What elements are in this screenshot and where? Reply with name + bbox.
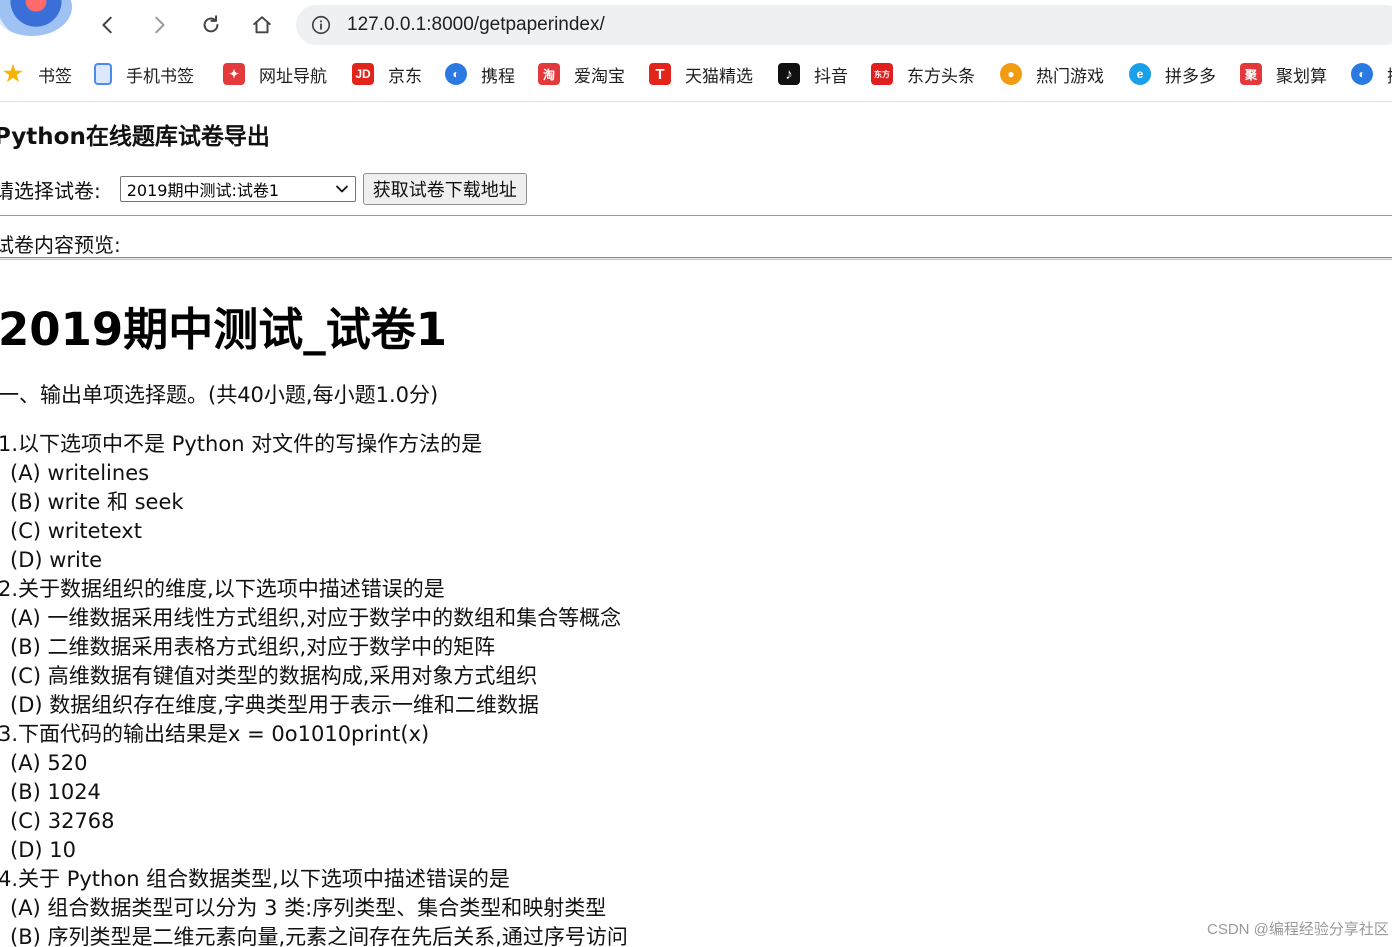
option-1a: (A) writelines — [10, 461, 150, 485]
paper-select-row: 请选择试卷: 2019期中测试:试卷1 获取试卷下载地址 — [0, 173, 527, 205]
question-2: 2.关于数据组织的维度,以下选项中描述错误的是 — [0, 577, 445, 601]
bookmark-item-dftt[interactable]: 东方 东方头条 — [871, 56, 975, 92]
forward-button[interactable] — [142, 8, 176, 42]
url-text: 127.0.0.1:8000/getpaperindex/ — [347, 14, 605, 35]
preview-label: 试卷内容预览: — [0, 233, 121, 257]
chevron-down-icon — [335, 185, 348, 193]
question-list: 1.以下选项中不是 Python 对文件的写操作方法的是 (A) writeli… — [0, 430, 1390, 947]
bookmark-label: 东方头条 — [907, 66, 975, 87]
address-bar[interactable]: 127.0.0.1:8000/getpaperindex/ — [296, 5, 1392, 45]
tmall-icon: T — [649, 63, 671, 85]
bookmark-item-douyin[interactable]: ♪ 抖音 — [778, 56, 848, 92]
bookmark-label: 拼多多 — [1165, 66, 1216, 87]
reload-button[interactable] — [194, 8, 228, 42]
bookmark-label: 爱淘宝 — [574, 66, 625, 87]
bookmark-label: 手机书签 — [126, 66, 194, 87]
bookmark-label: 携 — [1387, 62, 1392, 87]
paper-select-value: 2019期中测试:试卷1 — [126, 181, 280, 200]
back-button[interactable] — [91, 8, 125, 42]
paper-title: 2019期中测试_试卷1 — [0, 303, 448, 356]
home-button[interactable] — [245, 8, 279, 42]
section-title: 一、输出单项选择题。(共40小题,每小题1.0分) — [0, 383, 439, 407]
taobao-icon: 淘 — [538, 63, 560, 85]
bookmark-item-nav[interactable]: ✦ 网址导航 — [223, 56, 327, 92]
option-1b: (B) write 和 seek — [10, 490, 184, 514]
game-icon: ● — [1000, 63, 1022, 85]
option-2c: (C) 高维数据有键值对类型的数据构成,采用对象方式组织 — [10, 664, 538, 688]
page-content: Python在线题库试卷导出 请选择试卷: 2019期中测试:试卷1 获取试卷下… — [0, 103, 1392, 947]
bookmark-item-games[interactable]: ● 热门游戏 — [1000, 56, 1104, 92]
bookmark-item-tmall[interactable]: T 天猫精选 — [649, 56, 753, 92]
bookmark-item-pdd[interactable]: e 拼多多 — [1129, 56, 1216, 92]
ctrip-icon: ◐ — [445, 63, 467, 85]
select-label: 请选择试卷: — [0, 178, 101, 203]
bookmark-item-taobao[interactable]: 淘 爱淘宝 — [538, 56, 625, 92]
option-2d: (D) 数据组织存在维度,字典类型用于表示一维和二维数据 — [10, 693, 539, 717]
chevron-left-icon — [102, 16, 112, 34]
bookmark-item-mobile[interactable]: 手机书签 — [94, 56, 194, 92]
pdd-icon: e — [1129, 63, 1151, 85]
ctrip2-icon: ◐ — [1351, 63, 1373, 85]
question-1: 1.以下选项中不是 Python 对文件的写操作方法的是 — [0, 432, 483, 456]
paper-select[interactable]: 2019期中测试:试卷1 — [119, 176, 356, 202]
bookmark-label: 天猫精选 — [685, 66, 753, 87]
option-3c: (C) 32768 — [10, 809, 115, 833]
option-2a: (A) 一维数据采用线性方式组织,对应于数学中的数组和集合等概念 — [10, 606, 622, 630]
option-3b: (B) 1024 — [10, 780, 101, 804]
home-icon — [253, 16, 271, 34]
bookmarks-bar: ★ 书签 手机书签 ✦ 网址导航 JD 京东 ◐ 携程 淘 爱淘宝 T 天猫精选… — [0, 56, 1392, 92]
bookmark-label: 抖音 — [814, 66, 848, 87]
divider-thick — [0, 257, 1392, 260]
bookmark-item-jhs[interactable]: 聚 聚划算 — [1240, 56, 1327, 92]
site-title: Python在线题库试卷导出 — [0, 124, 270, 150]
option-3d: (D) 10 — [10, 838, 76, 862]
chevron-right-icon — [155, 16, 165, 34]
reload-icon — [203, 15, 219, 33]
bookmark-label: 网址导航 — [259, 66, 327, 87]
jd-icon: JD — [352, 63, 374, 85]
bookmark-item-ctrip[interactable]: ◐ 携程 — [445, 56, 515, 92]
bookmark-item-jd[interactable]: JD 京东 — [352, 56, 422, 92]
bookmark-item-bookmarks[interactable]: ★ 书签 — [2, 56, 72, 92]
dftt-icon: 东方 — [871, 63, 893, 85]
douyin-icon: ♪ — [778, 63, 800, 85]
bookmark-item-ctrip-2[interactable]: ◐ 携 — [1351, 56, 1392, 92]
bookmark-label: 携程 — [481, 66, 515, 87]
option-2b: (B) 二维数据采用表格方式组织,对应于数学中的矩阵 — [10, 635, 496, 659]
bookmark-label: 京东 — [388, 66, 422, 87]
option-4a: (A) 组合数据类型可以分为 3 类:序列类型、集合类型和映射类型 — [10, 896, 607, 920]
option-3a: (A) 520 — [10, 751, 88, 775]
option-1d: (D) write — [10, 548, 103, 572]
bookmark-label: 书签 — [38, 66, 72, 87]
option-1c: (C) writetext — [10, 519, 142, 543]
profile-avatar-icon[interactable] — [0, 0, 72, 36]
option-4b: (B) 序列类型是二维元素向量,元素之间存在先后关系,通过序号访问 — [10, 925, 628, 947]
bookmark-label: 聚划算 — [1276, 66, 1327, 87]
mobile-icon — [94, 63, 112, 85]
browser-chrome: 127.0.0.1:8000/getpaperindex/ ★ 书签 手机书签 … — [0, 0, 1392, 102]
jhs-icon: 聚 — [1240, 63, 1262, 85]
nav-icon: ✦ — [223, 63, 245, 85]
star-icon: ★ — [3, 61, 23, 86]
site-info-icon[interactable] — [310, 14, 332, 36]
bookmark-label: 热门游戏 — [1036, 66, 1104, 87]
watermark: CSDN @编程经验分享社区 — [1207, 921, 1389, 938]
divider — [0, 215, 1392, 216]
question-3: 3.下面代码的输出结果是x = 0o1010print(x) — [0, 722, 430, 746]
question-4: 4.关于 Python 组合数据类型,以下选项中描述错误的是 — [0, 867, 510, 891]
get-download-url-button[interactable]: 获取试卷下载地址 — [362, 173, 527, 205]
